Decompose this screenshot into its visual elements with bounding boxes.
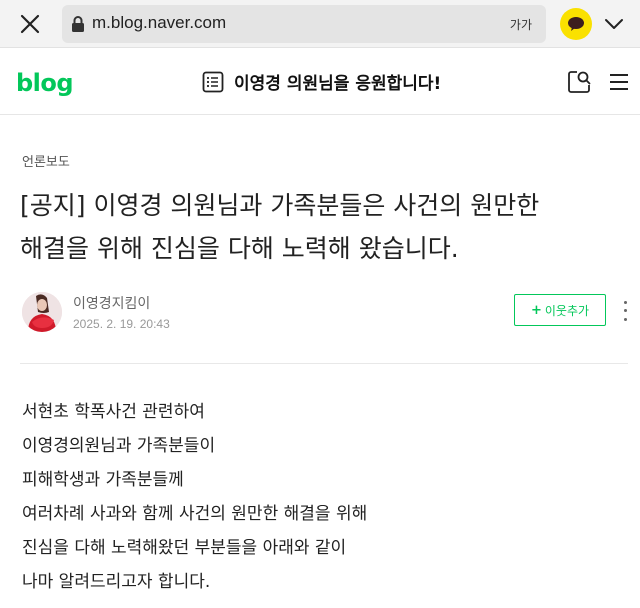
post-title-line: [공지] 이영경 의원님과 가족분들은 사건의 원만한 — [20, 191, 540, 220]
text-size-button[interactable]: 가가 — [510, 16, 532, 33]
avatar-image — [22, 292, 62, 332]
body-line: 이영경의원님과 가족분들이 — [22, 436, 216, 456]
chevron-down-icon — [605, 19, 623, 29]
blog-header: blog 이영경 의원님을 응원합니다! — [0, 49, 640, 115]
more-icon[interactable] — [618, 298, 632, 324]
list-icon — [202, 71, 224, 92]
blog-title-link[interactable]: 이영경 의원님을 응원합니다! — [202, 69, 441, 94]
blog-logo[interactable]: blog — [16, 69, 74, 97]
post-title-line: 해결을 위해 진심을 다해 노력해 왔습니다. — [20, 234, 459, 263]
body-line: 진심을 다해 노력해왔던 부분들을 아래와 같이 — [22, 538, 347, 558]
tabs-dropdown-button[interactable] — [600, 8, 628, 40]
close-button[interactable] — [12, 8, 48, 40]
post-category[interactable]: 언론보도 — [22, 151, 70, 170]
address-bar[interactable]: m.blog.naver.com 가가 — [62, 5, 546, 43]
body-line: 여러차례 사과와 함께 사건의 원만한 해결을 위해 — [22, 504, 368, 524]
add-neighbor-button[interactable]: + 이웃추가 — [514, 294, 606, 326]
body-line: 서현초 학폭사건 관련하여 — [22, 402, 205, 422]
post-body: 서현초 학폭사건 관련하여 이영경의원님과 가족분들이 피해학생과 가족분들께 … — [22, 395, 622, 599]
blog-title: 이영경 의원님을 응원합니다! — [234, 74, 442, 94]
plus-icon: + — [530, 302, 542, 318]
post-date: 2025. 2. 19. 20:43 — [73, 317, 170, 331]
author-name[interactable]: 이영경지킴이 — [73, 293, 150, 313]
search-icon[interactable] — [566, 69, 592, 95]
lock-icon — [72, 16, 84, 32]
add-neighbor-label: 이웃추가 — [544, 303, 590, 318]
close-icon — [20, 14, 40, 34]
divider — [20, 363, 628, 364]
browser-toolbar: m.blog.naver.com 가가 — [0, 0, 640, 48]
url-text: m.blog.naver.com — [92, 13, 227, 32]
body-line: 나마 알려드리고자 합니다. — [22, 572, 211, 592]
avatar[interactable] — [22, 292, 62, 332]
kakaotalk-icon — [568, 17, 584, 31]
menu-icon[interactable] — [608, 71, 630, 93]
kakaotalk-button[interactable] — [560, 8, 592, 40]
post-title: [공지] 이영경 의원님과 가족분들은 사건의 원만한 해결을 위해 진심을 다… — [20, 184, 620, 270]
body-line: 피해학생과 가족분들께 — [22, 470, 184, 490]
